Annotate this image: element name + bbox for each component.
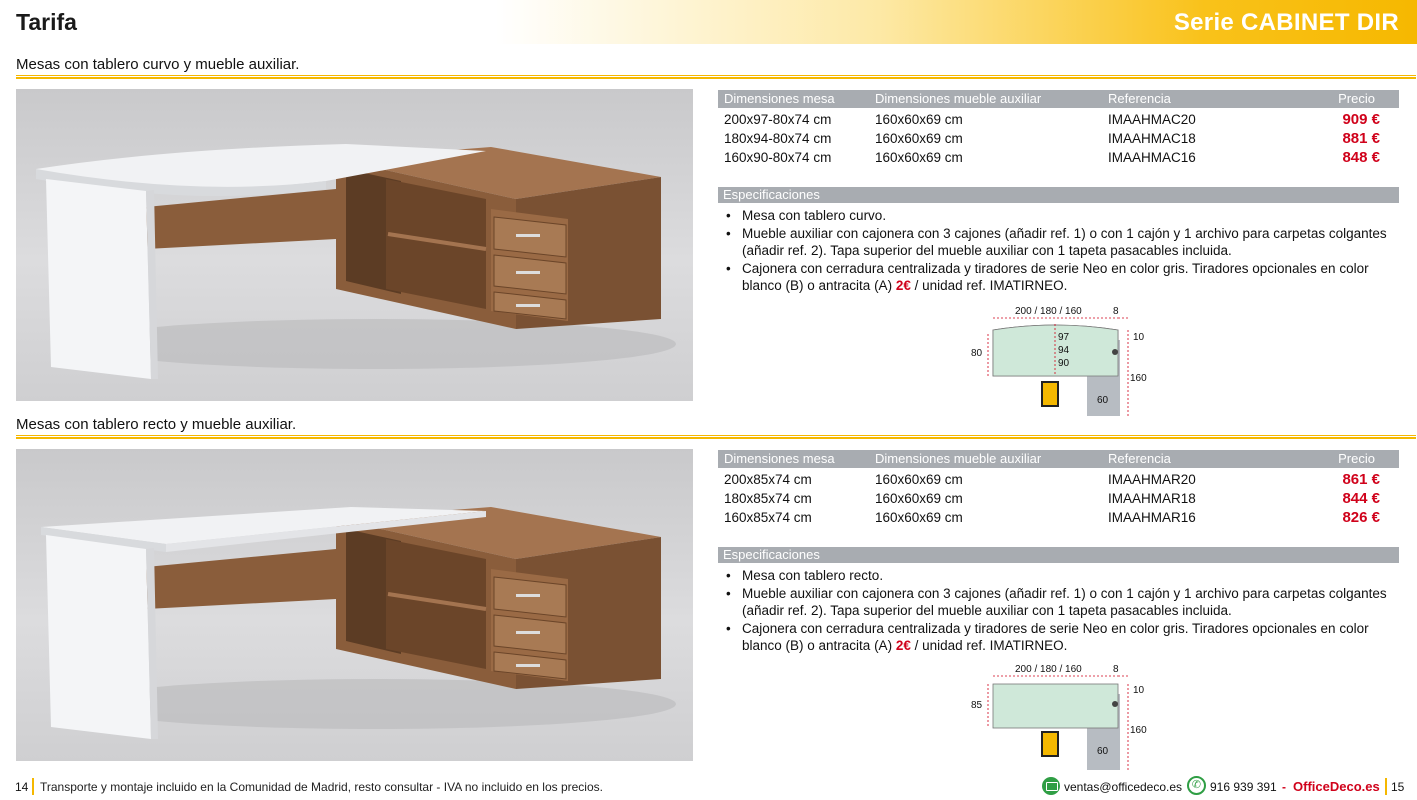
desk-dimensions: 180x85x74 cm <box>724 491 812 506</box>
table-row: 200x97-80x74 cm 160x60x69 cm IMAAHMAC20 … <box>718 111 1399 130</box>
aux-dimensions: 160x60x69 cm <box>875 491 963 506</box>
price-table-straight: Dimensiones mesa Dimensiones mueble auxi… <box>718 450 1399 528</box>
diagram-depth-label: 85 <box>971 700 983 711</box>
specs-header: Especificaciones <box>718 547 1399 563</box>
list-item: Cajonera con cerradura centralizada y ti… <box>724 620 1400 655</box>
dimension-diagram-straight: 200 / 180 / 160 8 85 10 160 60 <box>960 662 1160 782</box>
reference: IMAAHMAR16 <box>1108 510 1196 525</box>
list-item: Cajonera con cerradura centralizada y ti… <box>724 260 1400 295</box>
desk-dimensions: 200x97-80x74 cm <box>724 112 832 127</box>
diagram-depth-option: 97 <box>1058 332 1070 343</box>
diagram-gap-label: 8 <box>1113 664 1119 675</box>
table-header: Dimensiones mesa Dimensiones mueble auxi… <box>718 450 1399 468</box>
col-header-price: Precio <box>1338 91 1375 106</box>
section-title-curved: Mesas con tablero curvo y mueble auxilia… <box>16 56 300 73</box>
table-row: 180x85x74 cm 160x60x69 cm IMAAHMAR18 844… <box>718 490 1399 509</box>
spec-text: / unidad ref. IMATIRNEO. <box>910 638 1068 653</box>
spec-text: / unidad ref. IMATIRNEO. <box>910 278 1068 293</box>
table-row: 160x90-80x74 cm 160x60x69 cm IMAAHMAC16 … <box>718 149 1399 168</box>
page-number-left: 14 <box>15 780 29 794</box>
aux-dimensions: 160x60x69 cm <box>875 131 963 146</box>
col-header-reference: Referencia <box>1108 91 1171 106</box>
specs-list: Mesa con tablero recto. Mueble auxiliar … <box>724 567 1400 655</box>
footer-divider <box>1385 778 1387 795</box>
footer-note: Transporte y montaje incluido en la Comu… <box>40 780 603 794</box>
desk-dimensions: 160x85x74 cm <box>724 510 812 525</box>
aux-dimensions: 160x60x69 cm <box>875 510 963 525</box>
footer-divider <box>32 778 34 795</box>
diagram-depth-option: 94 <box>1058 345 1070 356</box>
list-item: Mueble auxiliar con cajonera con 3 cajon… <box>724 225 1400 260</box>
dimension-diagram-curved: 200 / 180 / 160 8 80 97 94 90 10 160 60 <box>960 302 1160 422</box>
contact-phone[interactable]: 916 939 391 <box>1210 780 1277 794</box>
table-row: 180x94-80x74 cm 160x60x69 cm IMAAHMAC18 … <box>718 130 1399 149</box>
aux-dimensions: 160x60x69 cm <box>875 112 963 127</box>
specs-header: Especificaciones <box>718 187 1399 203</box>
footer-separator: - <box>1282 780 1286 794</box>
phone-icon: ✆ <box>1187 776 1206 795</box>
col-header-aux-dimensions: Dimensiones mueble auxiliar <box>875 451 1042 466</box>
list-item: Mesa con tablero recto. <box>724 567 1400 585</box>
brand-link[interactable]: OfficeDeco.es <box>1293 779 1380 794</box>
reference: IMAAHMAC18 <box>1108 131 1196 146</box>
col-header-reference: Referencia <box>1108 451 1171 466</box>
diagram-aux-width-label: 60 <box>1097 395 1109 406</box>
table-row: 160x85x74 cm 160x60x69 cm IMAAHMAR16 826… <box>718 509 1399 528</box>
page-number-right: 15 <box>1391 780 1405 794</box>
diagram-top-label: 10 <box>1133 685 1145 696</box>
diagram-gap-label: 8 <box>1113 306 1119 317</box>
col-header-price: Precio <box>1338 451 1375 466</box>
reference: IMAAHMAR20 <box>1108 472 1196 487</box>
diagram-aux-width-label: 60 <box>1097 746 1109 757</box>
col-header-aux-dimensions: Dimensiones mueble auxiliar <box>875 91 1042 106</box>
desk-dimensions: 200x85x74 cm <box>724 472 812 487</box>
list-item: Mesa con tablero curvo. <box>724 207 1400 225</box>
optional-price: 2€ <box>895 278 911 293</box>
diagram-width-label: 200 / 180 / 160 <box>1015 664 1082 675</box>
diagram-depth-label: 80 <box>971 348 983 359</box>
price-table-curved: Dimensiones mesa Dimensiones mueble auxi… <box>718 90 1399 168</box>
email-icon <box>1042 777 1060 795</box>
page-title: Tarifa <box>16 9 77 35</box>
aux-dimensions: 160x60x69 cm <box>875 150 963 165</box>
optional-price: 2€ <box>895 638 911 653</box>
page-footer: 14 Transporte y montaje incluido en la C… <box>0 776 1417 800</box>
price: 844 € <box>1342 490 1380 507</box>
price: 826 € <box>1342 509 1380 526</box>
section-title-straight: Mesas con tablero recto y mueble auxilia… <box>16 416 297 433</box>
diagram-aux-length-label: 160 <box>1130 373 1147 384</box>
page-header: Tarifa Serie CABINET DIR <box>0 0 1417 44</box>
table-row: 200x85x74 cm 160x60x69 cm IMAAHMAR20 861… <box>718 471 1399 490</box>
desk-dimensions: 180x94-80x74 cm <box>724 131 832 146</box>
reference: IMAAHMAC20 <box>1108 112 1196 127</box>
desk-dimensions: 160x90-80x74 cm <box>724 150 832 165</box>
product-photo-straight-desk <box>16 449 693 761</box>
diagram-width-label: 200 / 180 / 160 <box>1015 306 1082 317</box>
series-title: Serie CABINET DIR <box>1173 9 1399 36</box>
specs-list: Mesa con tablero curvo. Mueble auxiliar … <box>724 207 1400 295</box>
aux-dimensions: 160x60x69 cm <box>875 472 963 487</box>
table-header: Dimensiones mesa Dimensiones mueble auxi… <box>718 90 1399 108</box>
diagram-depth-option: 90 <box>1058 358 1070 369</box>
col-header-desk-dimensions: Dimensiones mesa <box>724 91 835 106</box>
reference: IMAAHMAC16 <box>1108 150 1196 165</box>
diagram-aux-length-label: 160 <box>1130 725 1147 736</box>
product-photo-curved-desk <box>16 89 693 401</box>
reference: IMAAHMAR18 <box>1108 491 1196 506</box>
col-header-desk-dimensions: Dimensiones mesa <box>724 451 835 466</box>
price: 861 € <box>1342 471 1380 488</box>
price: 909 € <box>1342 111 1380 128</box>
list-item: Mueble auxiliar con cajonera con 3 cajon… <box>724 585 1400 620</box>
section-divider <box>16 435 1416 439</box>
price: 848 € <box>1342 149 1380 166</box>
diagram-top-label: 10 <box>1133 332 1145 343</box>
contact-email[interactable]: ventas@officedeco.es <box>1064 780 1182 794</box>
price: 881 € <box>1342 130 1380 147</box>
section-divider <box>16 75 1416 79</box>
